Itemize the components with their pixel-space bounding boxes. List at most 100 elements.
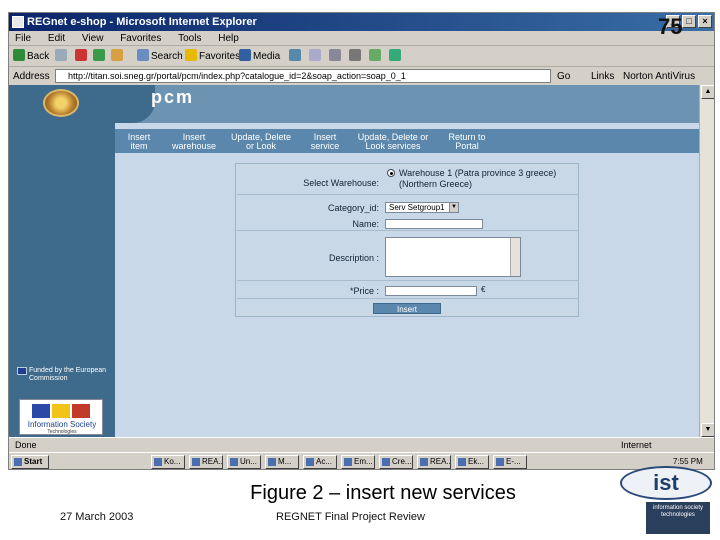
toolbar: Back Search Favorites Media [9, 47, 714, 67]
search-button[interactable]: Search [137, 49, 183, 65]
menu-tools[interactable]: Tools [178, 33, 201, 44]
refresh-icon [93, 49, 105, 61]
taskbar-item[interactable]: Ac... [303, 455, 337, 469]
address-bar: Address http://titan.soi.sneg.gr/portal/… [9, 68, 714, 85]
ist-logo-box: information society technologies [646, 502, 710, 534]
slide-footer: REGNET Final Project Review [276, 511, 425, 523]
vertical-scrollbar[interactable]: ▲ ▼ [699, 85, 714, 437]
title-bar: REGnet e-shop - Microsoft Internet Explo… [9, 13, 714, 31]
warehouse-radio[interactable] [387, 169, 395, 177]
back-arrow-icon [13, 49, 25, 61]
slide-date: 27 March 2003 [60, 511, 134, 523]
name-input[interactable] [385, 219, 483, 229]
print-button[interactable] [329, 49, 343, 65]
taskbar-item[interactable]: M... [265, 455, 299, 469]
form-divider [237, 298, 579, 299]
nav-return-to-portal[interactable]: Return to Portal [441, 133, 493, 151]
eu-flag-icon [17, 367, 27, 375]
discuss-icon [369, 49, 381, 61]
zone-text: Internet [621, 440, 652, 450]
ist-logo-text: ist [620, 466, 712, 500]
ist-logo-block-icon [72, 404, 90, 418]
history-icon [289, 49, 301, 61]
description-label: Description : [328, 253, 379, 263]
category-select[interactable]: Serv Setgroup1 ▼ [385, 202, 459, 213]
menu-view[interactable]: View [82, 33, 104, 44]
start-button[interactable]: Start [11, 455, 49, 469]
taskbar-item[interactable]: E-... [493, 455, 527, 469]
taskbar-item[interactable]: Em... [341, 455, 375, 469]
menu-favorites[interactable]: Favorites [120, 33, 161, 44]
textarea-scrollbar[interactable] [510, 238, 520, 276]
links-button[interactable]: Links [591, 68, 614, 85]
maximize-button[interactable]: □ [682, 15, 696, 28]
edit-button[interactable] [349, 49, 363, 65]
nav-insert-item[interactable]: Insert item [119, 133, 159, 151]
star-icon [185, 49, 197, 61]
eu-funding-text: Funded by the European Commission [29, 367, 107, 382]
ie-icon [12, 16, 24, 28]
go-button[interactable]: Go [557, 68, 570, 85]
status-text: Done [15, 440, 37, 450]
refresh-button[interactable] [93, 49, 107, 65]
price-currency: € [481, 285, 486, 294]
warehouse-option-label: Warehouse 1 (Patra province 3 greece) (N… [399, 168, 557, 189]
messenger-icon [389, 49, 401, 61]
ist-logo-block-icon [52, 404, 70, 418]
media-button[interactable]: Media [239, 49, 280, 65]
figure-caption: Figure 2 – insert new services [250, 482, 516, 504]
forward-arrow-icon [55, 49, 67, 61]
description-textarea[interactable] [385, 237, 521, 277]
taskbar-item[interactable]: REA... [189, 455, 223, 469]
ist-logo-subtitle: Technologies [47, 429, 77, 435]
back-button[interactable]: Back [13, 49, 49, 65]
page-content: pcm Insert item Insert warehouse Update, D… [9, 85, 699, 437]
insert-button[interactable]: Insert [373, 303, 441, 314]
browser-window: REGnet e-shop - Microsoft Internet Explo… [8, 12, 715, 470]
menu-file[interactable]: File [15, 33, 31, 44]
norton-antivirus-button[interactable]: Norton AntiVirus [623, 68, 695, 85]
taskbar-item[interactable]: Cre... [379, 455, 413, 469]
taskbar-item[interactable]: Ek... [455, 455, 489, 469]
brand-title: pcm [151, 87, 195, 107]
mail-icon [309, 49, 321, 61]
scroll-up-button[interactable]: ▲ [701, 85, 714, 99]
slide-number: 75 [658, 14, 683, 39]
site-logo-icon [43, 89, 79, 117]
scroll-down-button[interactable]: ▼ [701, 423, 714, 437]
nav-insert-service[interactable]: Insert service [305, 133, 345, 151]
stop-button[interactable] [75, 49, 89, 65]
nav-insert-warehouse[interactable]: Insert warehouse [169, 133, 219, 151]
print-icon [329, 49, 341, 61]
ist-logo-block-icon [32, 404, 50, 418]
left-sidebar [9, 85, 115, 437]
ist-logo: Information Society Technologies [19, 399, 103, 435]
taskbar: Start Ko... REA... Un... M... Ac... Em..… [9, 452, 714, 469]
chevron-down-icon: ▼ [449, 203, 458, 212]
close-button[interactable]: × [698, 15, 712, 28]
name-label: Name: [352, 219, 379, 229]
address-label: Address [13, 71, 50, 82]
forward-button[interactable] [55, 49, 69, 65]
menu-help[interactable]: Help [218, 33, 239, 44]
window-title: REGnet e-shop - Microsoft Internet Explo… [27, 16, 257, 28]
form-divider [237, 230, 579, 231]
edit-icon [349, 49, 361, 61]
form-divider [237, 280, 579, 281]
address-input[interactable]: http://titan.soi.sneg.gr/portal/pcm/inde… [55, 69, 551, 83]
favorites-button[interactable]: Favorites [185, 49, 240, 65]
taskbar-item[interactable]: Un... [227, 455, 261, 469]
home-button[interactable] [111, 49, 125, 65]
price-input[interactable] [385, 286, 477, 296]
search-icon [137, 49, 149, 61]
messenger-button[interactable] [389, 49, 403, 65]
header-band [115, 85, 699, 123]
menu-edit[interactable]: Edit [48, 33, 65, 44]
nav-update-delete-look[interactable]: Update, Delete or Look [223, 133, 299, 151]
history-button[interactable] [289, 49, 303, 65]
nav-update-delete-services[interactable]: Update, Delete or Look services [351, 133, 435, 151]
discuss-button[interactable] [369, 49, 383, 65]
taskbar-item[interactable]: REA... [417, 455, 451, 469]
taskbar-item[interactable]: Ko... [151, 455, 185, 469]
mail-button[interactable] [309, 49, 323, 65]
